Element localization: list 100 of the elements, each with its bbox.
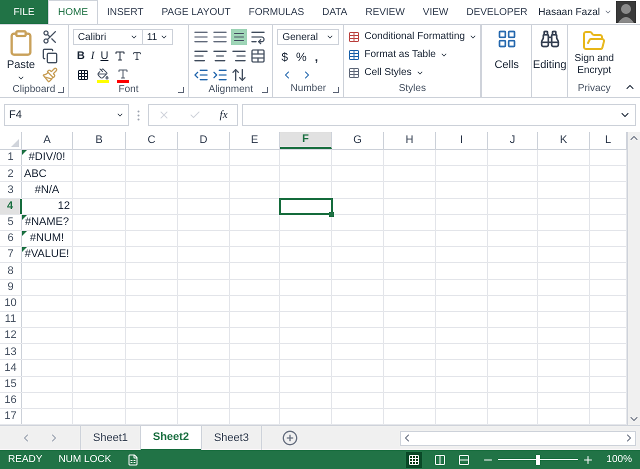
insert-function-button[interactable]: fx	[220, 106, 228, 124]
percent-button[interactable]: %	[296, 48, 307, 66]
column-header[interactable]: H	[384, 132, 436, 149]
enter-icon	[189, 109, 201, 121]
styles-menu-button[interactable]: Format as Table	[348, 47, 477, 62]
increase-indent-icon	[212, 67, 228, 83]
row-header[interactable]: 12	[0, 328, 22, 344]
comma-button[interactable]: ,	[314, 48, 318, 66]
merge-icon	[250, 48, 266, 64]
table-cell[interactable]: #VALUE!	[22, 247, 73, 262]
font-color-icon[interactable]	[116, 68, 129, 82]
column-header[interactable]: D	[178, 132, 230, 149]
table-cell[interactable]: #DIV/0!	[22, 150, 73, 166]
user-name[interactable]: Hasaan Fazal	[538, 4, 600, 20]
row-header[interactable]: 14	[0, 360, 22, 376]
number-format-dropdown[interactable]: General	[277, 29, 340, 45]
orientation-icon	[231, 67, 248, 83]
ribbon-tab[interactable]: HOME	[48, 0, 98, 24]
row-header[interactable]: 10	[0, 296, 22, 311]
bottom-align-icon[interactable]	[231, 29, 248, 45]
formula-input[interactable]	[242, 104, 636, 126]
row-header[interactable]: 11	[0, 312, 22, 328]
row-header[interactable]: 5	[0, 214, 22, 230]
ribbon-tab[interactable]: DATA	[313, 0, 356, 24]
column-header[interactable]: G	[332, 132, 384, 149]
paste-button[interactable]: Paste	[4, 29, 38, 83]
column-header[interactable]: I	[436, 132, 488, 149]
column-header[interactable]: A	[22, 132, 73, 149]
normal-view-icon[interactable]	[406, 452, 422, 468]
name-box[interactable]: F4	[4, 104, 129, 126]
table-cell[interactable]: ABC	[22, 166, 73, 182]
sheet-tab[interactable]: Sheet2	[140, 426, 201, 450]
dialog-launcher-icon[interactable]	[178, 87, 184, 93]
group-label: Number	[290, 83, 326, 94]
vertical-scrollbar[interactable]	[627, 132, 640, 425]
sign-and-encrypt-button[interactable]: Sign and Encrypt	[568, 25, 620, 82]
row-header[interactable]: 9	[0, 280, 22, 295]
caret-icon	[160, 33, 168, 41]
row-header[interactable]: 6	[0, 230, 22, 246]
dialog-launcher-icon[interactable]	[58, 87, 64, 93]
ribbon-tab[interactable]: PAGE LAYOUT	[152, 0, 240, 24]
column-header[interactable]: B	[73, 132, 126, 149]
error-indicator-icon[interactable]	[22, 150, 27, 155]
zoom-level[interactable]: 100%	[606, 452, 632, 467]
error-indicator-icon[interactable]	[22, 230, 27, 236]
horizontal-scrollbar[interactable]	[400, 430, 636, 446]
group-label: Clipboard	[12, 84, 56, 95]
table-cell[interactable]: #NUM!	[22, 230, 73, 246]
page-layout-view-icon	[434, 454, 446, 466]
table-cell[interactable]: #NAME?	[22, 214, 73, 230]
row-header[interactable]: 13	[0, 344, 22, 360]
ribbon-tab[interactable]: REVIEW	[356, 0, 414, 24]
font-family-dropdown[interactable]: Calibri	[72, 29, 143, 45]
column-header[interactable]: J	[488, 132, 538, 149]
align-center-icon	[212, 48, 228, 64]
dialog-launcher-icon[interactable]	[333, 87, 340, 93]
error-indicator-icon[interactable]	[22, 214, 27, 220]
column-header[interactable]: K	[538, 132, 590, 149]
italic-button[interactable]: I	[90, 48, 94, 64]
row-header[interactable]: 3	[0, 182, 22, 198]
table-cell[interactable]: #N/A	[22, 182, 73, 198]
column-header[interactable]: F	[280, 132, 332, 149]
ribbon-tab[interactable]: DEVELOPER	[457, 0, 536, 24]
cells-icon	[496, 29, 517, 49]
bold-button[interactable]: B	[76, 48, 85, 64]
grip-icon[interactable]	[137, 110, 140, 120]
ribbon-tab[interactable]: VIEW	[414, 0, 458, 24]
dialog-launcher-icon[interactable]	[262, 87, 268, 93]
font-size-dropdown[interactable]: 11	[142, 29, 173, 45]
ribbon-tab[interactable]: FORMULAS	[240, 0, 314, 24]
selected-cell[interactable]	[280, 198, 332, 214]
row-header[interactable]: 7	[0, 247, 22, 262]
row-header[interactable]: 16	[0, 392, 22, 408]
fill-handle-icon[interactable]	[329, 212, 334, 217]
fill-color-icon[interactable]	[96, 68, 109, 82]
add-sheet-icon	[282, 430, 298, 446]
styles-menu-button[interactable]: Conditional Formatting	[348, 29, 477, 44]
table-cell[interactable]: 12	[22, 198, 73, 214]
editing-button[interactable]: Editing	[532, 25, 568, 97]
table-icon	[348, 66, 360, 78]
ribbon-tab[interactable]: INSERT	[98, 0, 152, 24]
row-header[interactable]: 4	[0, 198, 22, 214]
row-header[interactable]: 1	[0, 150, 22, 166]
select-all-icon[interactable]	[11, 139, 19, 147]
styles-menu-button[interactable]: Cell Styles	[348, 65, 477, 80]
zoom-slider-thumb[interactable]	[536, 454, 540, 464]
row-header[interactable]: 2	[0, 166, 22, 182]
table-icon	[348, 30, 360, 42]
cells-button[interactable]: Cells	[482, 25, 532, 97]
folder-icon	[582, 29, 606, 53]
row-header[interactable]: 8	[0, 263, 22, 278]
row-header[interactable]: 15	[0, 376, 22, 392]
column-header[interactable]: C	[126, 132, 178, 149]
currency-button[interactable]: $	[281, 48, 288, 66]
zoom-slider[interactable]	[498, 454, 578, 464]
top-align-icon	[193, 29, 210, 45]
avatar-icon[interactable]	[616, 1, 636, 23]
row-header[interactable]: 17	[0, 409, 22, 424]
file-tab[interactable]: FILE	[0, 0, 48, 24]
underline-button[interactable]: U	[100, 48, 108, 64]
